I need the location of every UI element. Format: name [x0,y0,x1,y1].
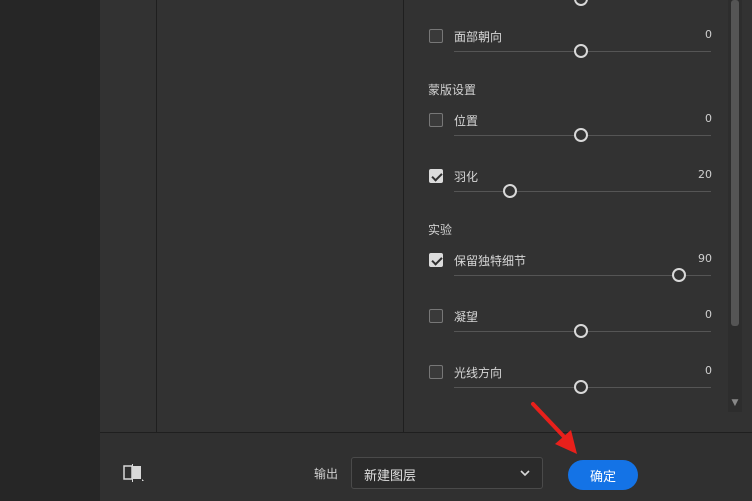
gaze-checkbox[interactable] [429,309,443,323]
face-direction-slider-thumb[interactable] [574,44,588,58]
output-label: 输出 [314,467,339,481]
preserve-detail-slider-thumb[interactable] [672,268,686,282]
position-label: 位置 [454,114,479,128]
left-workspace [0,0,100,501]
preserve-detail-checkbox[interactable] [429,253,443,267]
preview-panel [157,0,404,432]
setting-gaze: 凝望 0 [428,308,718,349]
chevron-down-icon [520,470,530,477]
red-arrow-icon [531,402,577,454]
face-direction-value: 0 [705,28,712,41]
light-direction-checkbox[interactable] [429,365,443,379]
setting-feather: 羽化 20 [428,168,718,209]
scroll-down-icon[interactable]: ▼ [730,398,740,408]
right-edge [742,0,752,432]
mask-section-title: 蒙版设置 [428,83,477,97]
settings-scrollbar[interactable]: ▼ [728,0,742,412]
output-select-value: 新建图层 [364,469,417,484]
tools-panel [100,0,157,432]
feather-track[interactable] [454,191,711,192]
ok-button[interactable]: 确定 [568,460,638,490]
gaze-value: 0 [705,308,712,321]
position-value: 0 [705,112,712,125]
face-direction-label: 面部朝向 [454,30,503,44]
setting-face-direction: 面部朝向 0 [428,28,718,69]
settings-panel: 面部朝向 0 蒙版设置 位置 0 羽化 20 实验 保留独特细节 90 凝望 0… [404,0,728,432]
scrollbar-thumb[interactable] [731,0,739,326]
feather-checkbox[interactable] [429,169,443,183]
output-select[interactable]: 新建图层 [351,457,543,489]
preserve-detail-label: 保留独特细节 [454,254,527,268]
light-direction-value: 0 [705,364,712,377]
gaze-slider-thumb[interactable] [574,324,588,338]
before-after-compare-icon[interactable] [122,463,146,483]
footer-bar: 输出 新建图层 确定 [100,433,752,501]
face-direction-checkbox[interactable] [429,29,443,43]
feather-label: 羽化 [454,170,479,184]
gaze-label: 凝望 [454,310,479,324]
preserve-detail-value: 90 [698,252,712,265]
position-slider-thumb[interactable] [574,128,588,142]
slider-thumb-partial[interactable] [574,0,588,6]
setting-preserve-detail: 保留独特细节 90 [428,252,718,293]
experiment-section-title: 实验 [428,223,453,237]
setting-position: 位置 0 [428,112,718,153]
position-checkbox[interactable] [429,113,443,127]
light-direction-slider-thumb[interactable] [574,380,588,394]
feather-value: 20 [698,168,712,181]
light-direction-label: 光线方向 [454,366,503,380]
feather-slider-thumb[interactable] [503,184,517,198]
